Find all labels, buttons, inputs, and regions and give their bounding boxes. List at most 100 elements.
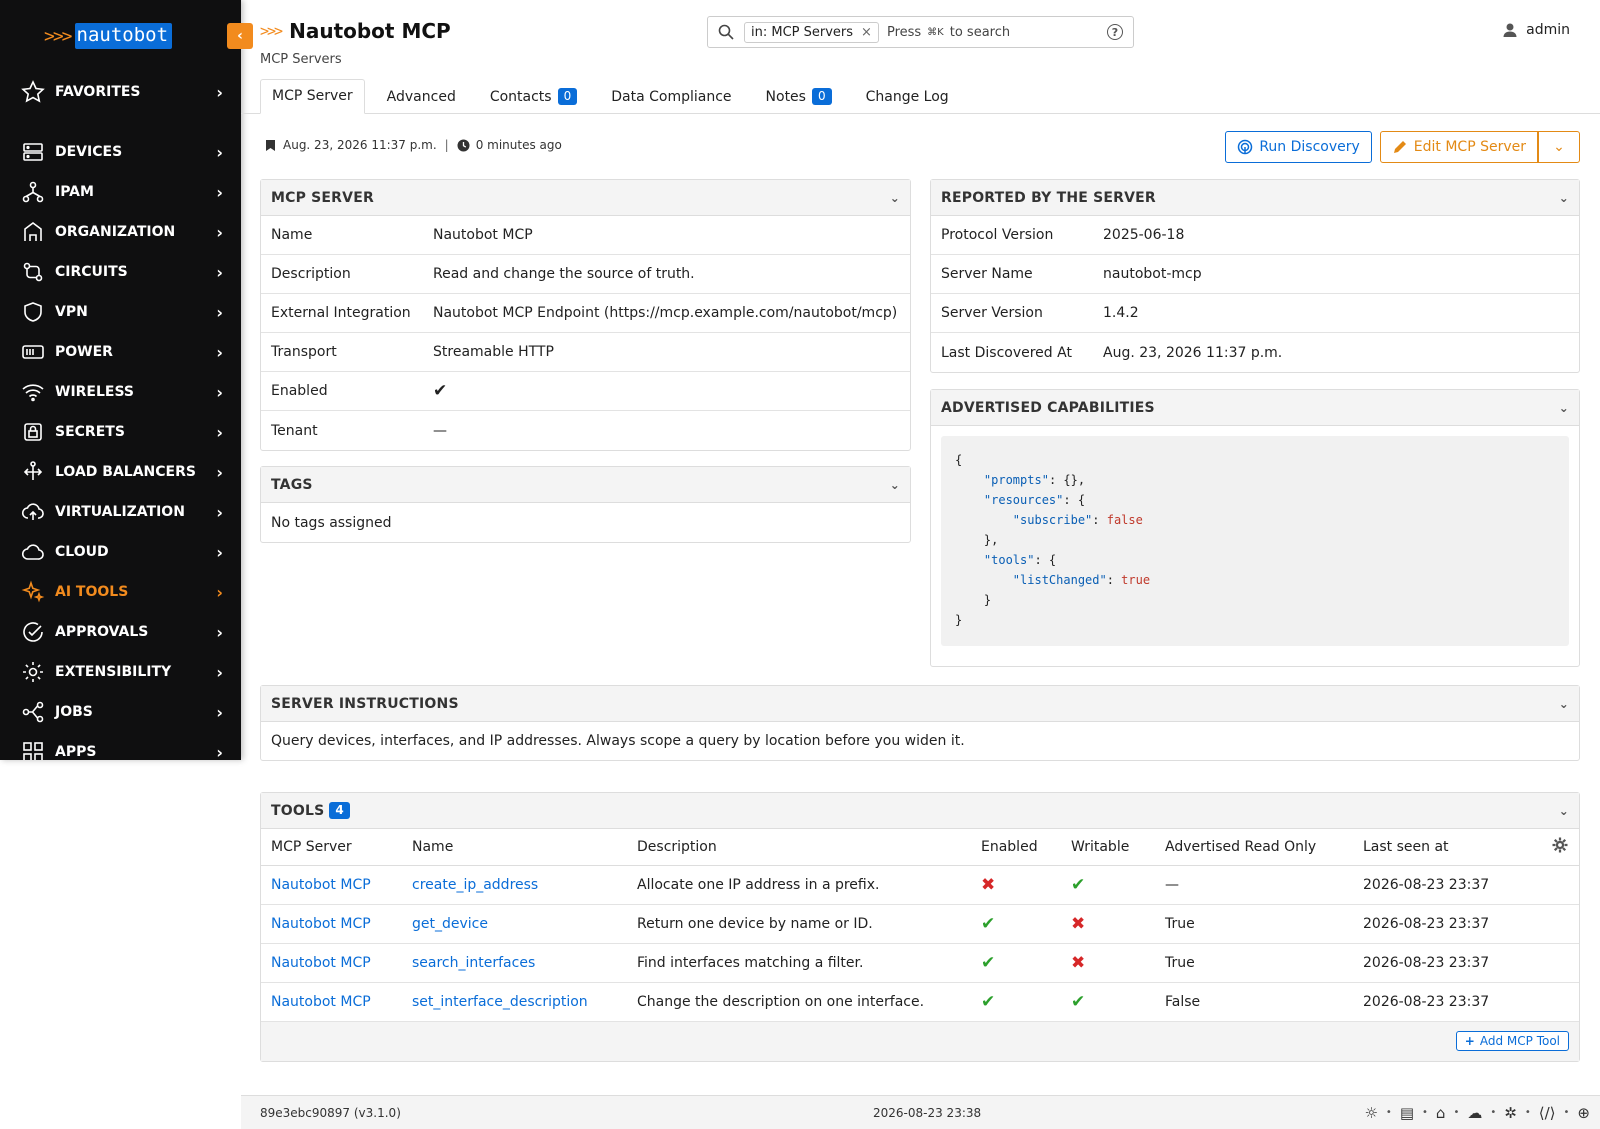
code-icon[interactable]: ⟨/⟩ — [1539, 1104, 1556, 1122]
sidebar-item-favorites[interactable]: FAVORITES › — [0, 72, 241, 112]
chevron-down-icon[interactable]: ⌄ — [1559, 697, 1569, 711]
sidebar-item-circuits[interactable]: CIRCUITS › — [0, 252, 241, 292]
chevron-down-icon[interactable]: ⌄ — [1559, 191, 1569, 205]
sidebar-item-label: WIRELESS — [55, 384, 135, 400]
server-link[interactable]: Nautobot MCP — [271, 955, 371, 971]
attribute-row: External Integration Nautobot MCP Endpoin… — [261, 294, 910, 333]
column-header[interactable]: Name — [402, 829, 627, 866]
sidebar-item-ai-tools[interactable]: AI TOOLS › — [0, 572, 241, 612]
tags-panel-header[interactable]: TAGS ⌄ — [261, 467, 910, 503]
code-line: "listChanged": true — [955, 570, 1555, 590]
tab-change-log[interactable]: Change Log — [854, 79, 961, 114]
theme-icon[interactable]: ☼ — [1364, 1104, 1377, 1122]
check-icon: ✔ — [981, 991, 996, 1012]
reported-attributes: Protocol Version 2025-06-18 Server Name nau… — [931, 216, 1579, 372]
server-link[interactable]: Nautobot MCP — [271, 916, 371, 932]
chevron-down-icon[interactable]: ⌄ — [890, 191, 900, 205]
chevron-right-icon: › — [216, 502, 223, 522]
code-line: "prompts": {}, — [955, 470, 1555, 490]
discovery-icon — [1238, 139, 1253, 155]
help-icon[interactable]: ? — [1107, 24, 1123, 40]
chevron-down-icon[interactable]: ⌄ — [890, 478, 900, 492]
add-mcp-tool-button[interactable]: + Add MCP Tool — [1455, 1031, 1569, 1051]
sidebar-item-virtualization[interactable]: VIRTUALIZATION › — [0, 492, 241, 532]
jobs-icon — [20, 699, 46, 725]
search-scope-chip[interactable]: in: MCP Servers × — [744, 21, 879, 43]
capabilities-panel-header[interactable]: ADVERTISED CAPABILITIES ⌄ — [931, 390, 1579, 426]
circuit-icon — [20, 259, 46, 285]
meta-separator: | — [444, 138, 449, 152]
sidebar-item-secrets[interactable]: SECRETS › — [0, 412, 241, 452]
tab-count-badge: 0 — [557, 88, 578, 105]
reported-panel-header[interactable]: REPORTED BY THE SERVER ⌄ — [931, 180, 1579, 216]
column-header[interactable]: MCP Server — [261, 829, 402, 866]
bug-icon[interactable]: ✲ — [1504, 1104, 1517, 1122]
action-buttons: Run Discovery Edit MCP Server ⌄ — [1225, 131, 1580, 163]
edit-dropdown-toggle[interactable]: ⌄ — [1538, 131, 1580, 163]
sidebar-item-devices[interactable]: DEVICES › — [0, 132, 241, 172]
server-link[interactable]: Nautobot MCP — [271, 877, 371, 893]
mcp-server-panel-header[interactable]: MCP SERVER ⌄ — [261, 180, 910, 216]
sidebar-item-load-balancers[interactable]: LOAD BALANCERS › — [0, 452, 241, 492]
tool-name-link[interactable]: get_device — [412, 916, 488, 932]
column-header[interactable]: Enabled — [971, 829, 1061, 866]
tools-panel-header[interactable]: TOOLS 4 ⌄ — [261, 793, 1579, 829]
close-icon[interactable]: × — [861, 25, 872, 40]
separator-dot: • — [1422, 1107, 1428, 1118]
sidebar-item-vpn[interactable]: VPN › — [0, 292, 241, 332]
logo-chevrons: >>> — [44, 25, 72, 47]
sidebar-nav: FAVORITES › DEVICES › IPAM › ORGANIZATION › CIRC… — [0, 72, 241, 760]
attribute-value: Nautobot MCP — [433, 227, 533, 243]
run-discovery-button[interactable]: Run Discovery — [1225, 131, 1372, 163]
building-icon[interactable]: ⌂ — [1436, 1104, 1446, 1122]
sidebar-collapse-button[interactable]: ‹ — [227, 23, 253, 49]
tab-notes[interactable]: Notes 0 — [754, 79, 844, 114]
instructions-panel-header[interactable]: SERVER INSTRUCTIONS ⌄ — [261, 686, 1579, 722]
cell-last-seen: 2026-08-23 23:37 — [1353, 865, 1541, 905]
json-punct: }, — [983, 533, 999, 547]
column-header[interactable]: Writable — [1061, 829, 1155, 866]
search-bar[interactable]: in: MCP Servers × Press ⌘K to search ? — [707, 16, 1134, 48]
breadcrumb[interactable]: MCP Servers — [260, 52, 342, 67]
sidebar-item-organization[interactable]: ORGANIZATION › — [0, 212, 241, 252]
check-icon: ✔ — [1071, 991, 1086, 1012]
column-header[interactable]: Last seen at — [1353, 829, 1541, 866]
column-header[interactable]: Description — [627, 829, 971, 866]
docs-icon[interactable]: ▤ — [1400, 1104, 1414, 1122]
user-menu[interactable]: admin — [1502, 22, 1570, 38]
tab-contacts[interactable]: Contacts 0 — [478, 79, 589, 114]
tab-data-compliance[interactable]: Data Compliance — [599, 79, 743, 114]
sidebar-item-label: CIRCUITS — [55, 264, 128, 280]
sidebar-item-cloud[interactable]: CLOUD › — [0, 532, 241, 572]
sidebar-item-ipam[interactable]: IPAM › — [0, 172, 241, 212]
tool-name-link[interactable]: set_interface_description — [412, 994, 588, 1010]
server-link[interactable]: Nautobot MCP — [271, 994, 371, 1010]
cloud-download-icon[interactable]: ☁ — [1467, 1104, 1482, 1122]
edit-mcp-server-button[interactable]: Edit MCP Server — [1379, 131, 1538, 163]
sidebar-item-label: FAVORITES — [55, 84, 141, 100]
cell-writable: ✔ — [1061, 982, 1155, 1022]
chevron-down-icon[interactable]: ⌄ — [1559, 401, 1569, 415]
gear-icon[interactable] — [1541, 829, 1579, 866]
external-integration-link[interactable]: Nautobot MCP Endpoint (https://mcp.examp… — [433, 305, 897, 321]
sidebar-item-power[interactable]: POWER › — [0, 332, 241, 372]
globe-icon[interactable]: ⊕ — [1577, 1104, 1590, 1122]
created-timestamp[interactable]: Aug. 23, 2026 11:37 p.m. — [283, 138, 437, 152]
breadcrumb-mcp-servers[interactable]: MCP Servers — [260, 52, 342, 67]
sidebar-item-extensibility[interactable]: EXTENSIBILITY › — [0, 652, 241, 692]
tab-mcp-server[interactable]: MCP Server — [260, 79, 365, 114]
chevron-down-icon: ⌄ — [1553, 139, 1565, 155]
chevron-down-icon[interactable]: ⌄ — [1559, 804, 1569, 818]
updated-timestamp[interactable]: 0 minutes ago — [476, 138, 562, 152]
column-header[interactable]: Advertised Read Only — [1155, 829, 1353, 866]
sidebar-item-wireless[interactable]: WIRELESS › — [0, 372, 241, 412]
sidebar-item-approvals[interactable]: APPROVALS › — [0, 612, 241, 652]
sidebar-item-apps[interactable]: APPS › — [0, 732, 241, 760]
json-key: "tools" — [983, 553, 1035, 567]
tool-name-link[interactable]: search_interfaces — [412, 955, 535, 971]
tool-name-link[interactable]: create_ip_address — [412, 877, 538, 893]
attribute-row: Name Nautobot MCP — [261, 216, 910, 255]
sidebar-item-jobs[interactable]: JOBS › — [0, 692, 241, 732]
tab-advanced[interactable]: Advanced — [375, 79, 468, 114]
nautobot-logo[interactable]: >>> nautobot — [0, 0, 241, 72]
